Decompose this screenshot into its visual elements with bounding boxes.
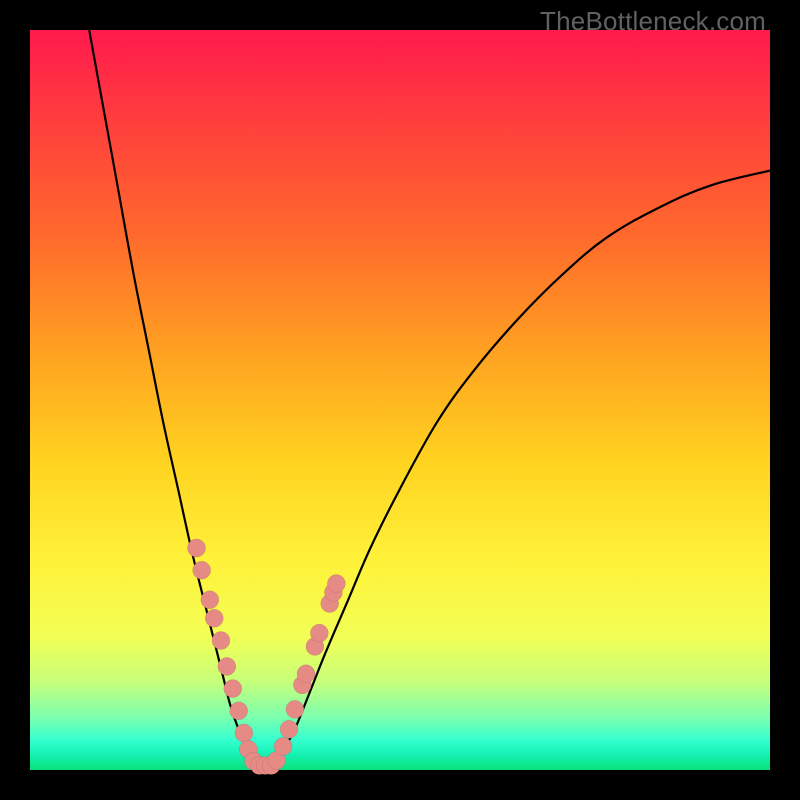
highlight-dot <box>235 724 253 742</box>
highlight-dots-group <box>188 539 346 775</box>
chart-svg <box>30 30 770 770</box>
highlight-dot <box>201 591 219 609</box>
highlight-dot <box>327 575 345 593</box>
curve-right-branch <box>274 171 770 767</box>
highlight-dot <box>274 737 292 755</box>
highlight-dot <box>280 720 298 738</box>
highlight-dot <box>193 561 211 579</box>
curve-left-branch <box>89 30 252 766</box>
chart-frame: TheBottleneck.com <box>0 0 800 800</box>
highlight-dot <box>230 702 248 720</box>
highlight-dot <box>205 609 223 627</box>
highlight-dot <box>310 624 328 642</box>
highlight-dot <box>286 700 304 718</box>
plot-area <box>30 30 770 770</box>
highlight-dot <box>297 665 315 683</box>
highlight-dot <box>188 539 206 557</box>
highlight-dot <box>212 632 230 650</box>
highlight-dot <box>224 680 242 698</box>
highlight-dot <box>218 657 236 675</box>
